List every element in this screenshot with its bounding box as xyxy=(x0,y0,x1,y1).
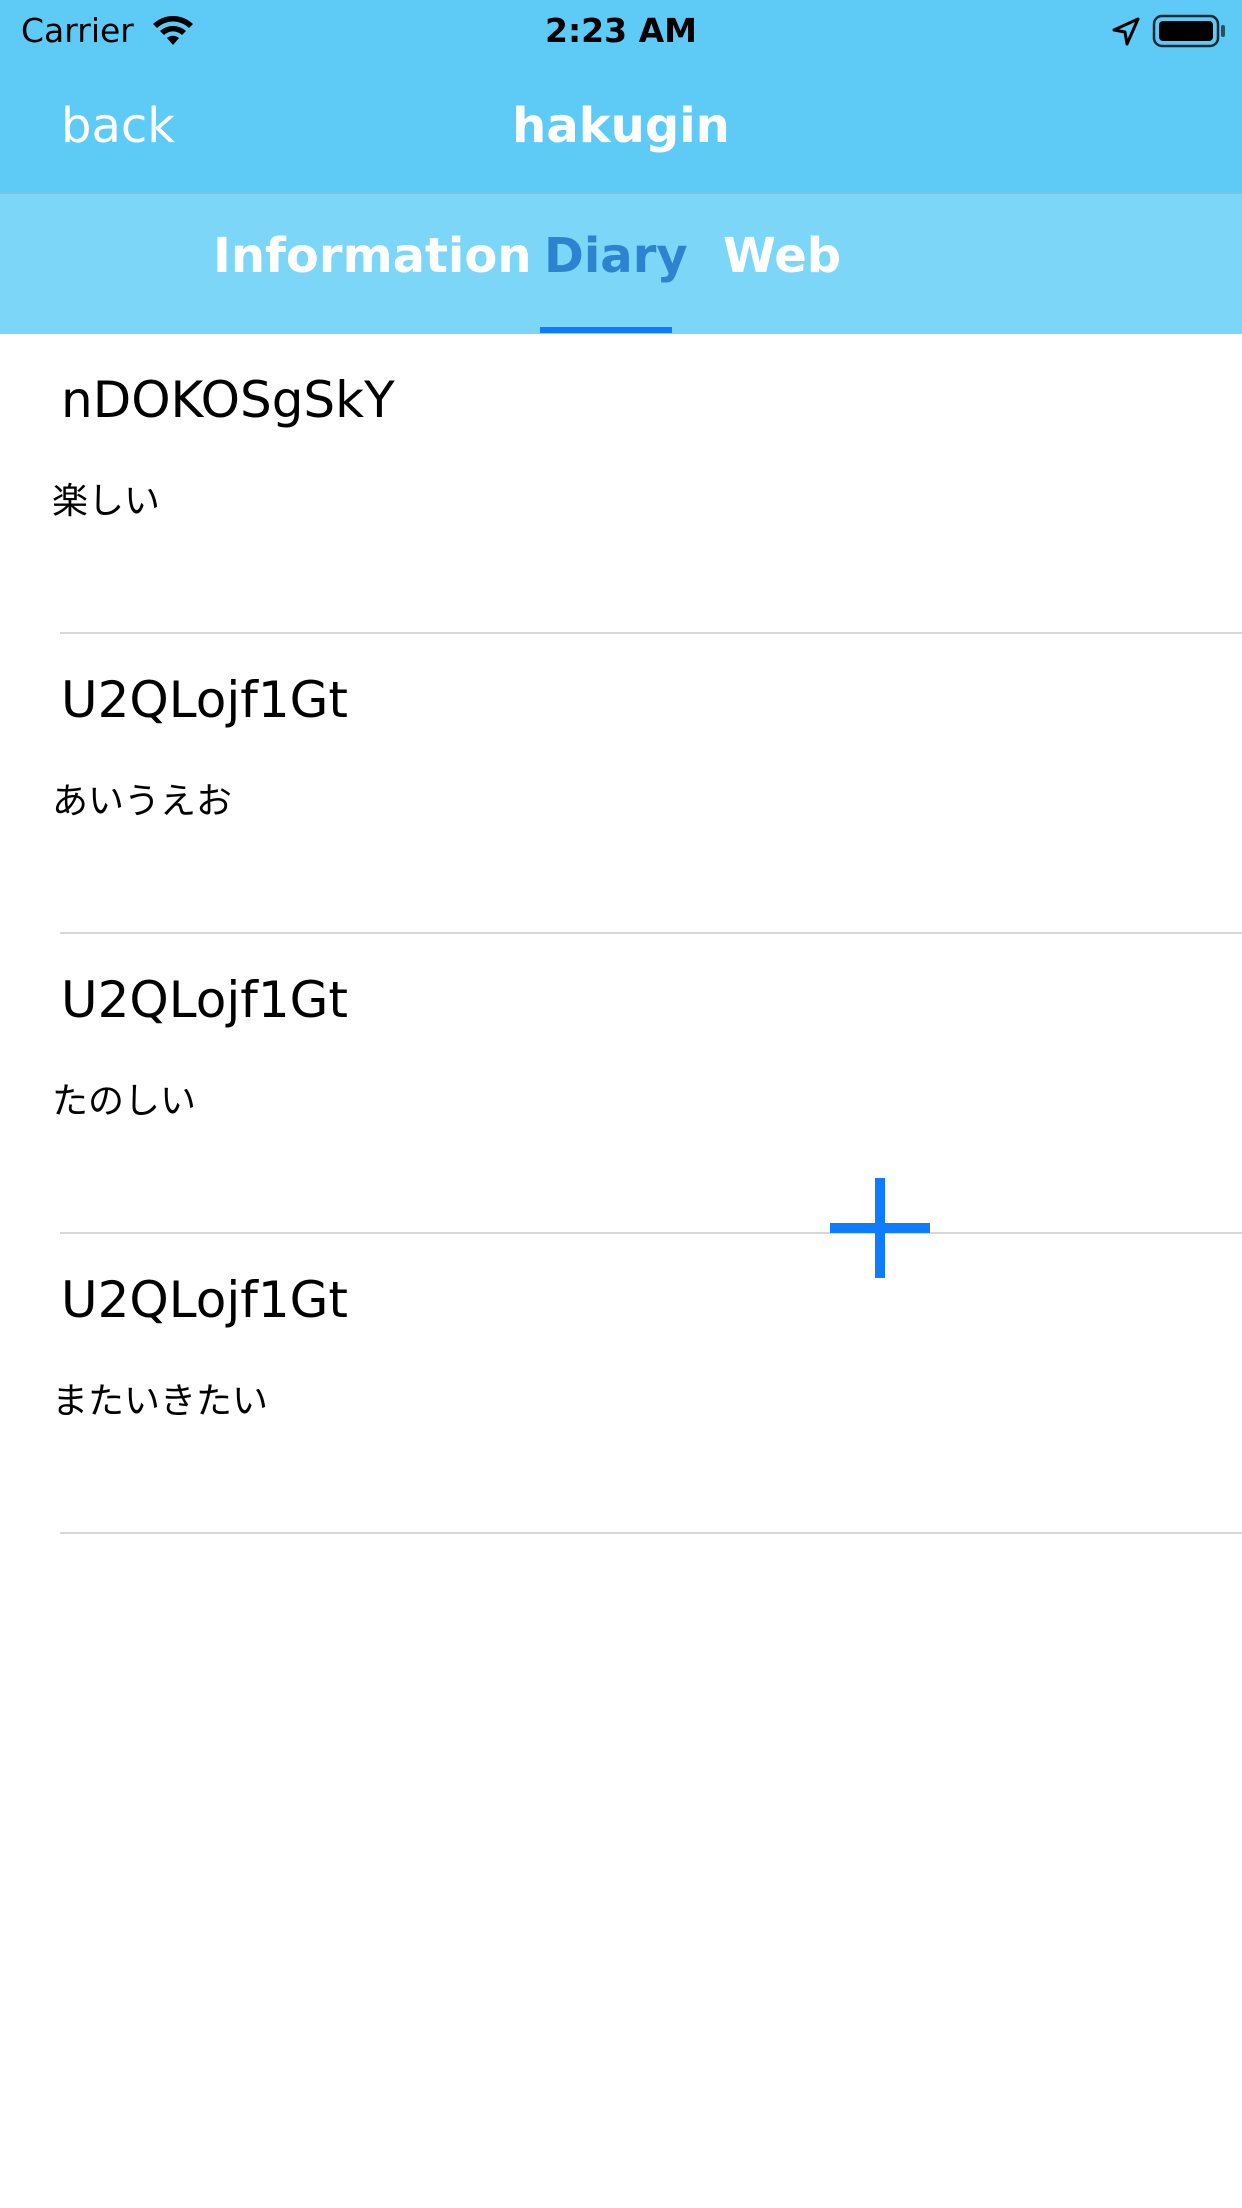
diary-text: 楽しい xyxy=(52,481,161,522)
status-time: 2:23 AM xyxy=(545,11,697,50)
diary-author: U2QLojf1Gt xyxy=(61,1271,348,1329)
plus-icon xyxy=(830,1178,930,1278)
add-diary-button[interactable] xyxy=(828,1176,932,1280)
diary-list-item[interactable]: U2QLojf1Gt またいきたい xyxy=(0,1234,1242,1534)
active-tab-indicator xyxy=(540,327,672,333)
diary-list-item[interactable]: nDOKOSgSkY 楽しい xyxy=(0,334,1242,634)
diary-text: たのしい xyxy=(52,1081,197,1122)
diary-list-item[interactable]: U2QLojf1Gt あいうえお xyxy=(0,634,1242,934)
tab-information[interactable]: Information xyxy=(213,228,532,284)
diary-text: あいうえお xyxy=(52,781,233,822)
row-separator xyxy=(60,1532,1242,1534)
diary-list: nDOKOSgSkY 楽しい U2QLojf1Gt あいうえお U2QLojf1… xyxy=(0,334,1242,1534)
location-arrow-icon xyxy=(1112,17,1140,46)
diary-text: またいきたい xyxy=(52,1381,269,1422)
diary-list-item[interactable]: U2QLojf1Gt たのしい xyxy=(0,934,1242,1234)
diary-author: U2QLojf1Gt xyxy=(61,971,348,1029)
diary-author: U2QLojf1Gt xyxy=(61,671,348,729)
page-title: hakugin xyxy=(512,98,730,154)
tab-bar: Information Diary Web xyxy=(0,192,1242,334)
navigation-bar: back hakugin xyxy=(0,62,1242,192)
tab-web[interactable]: Web xyxy=(723,228,841,284)
battery-icon xyxy=(1152,14,1225,48)
status-bar: Carrier 2:23 AM xyxy=(0,0,1242,62)
top-bar: Carrier 2:23 AM back hakugin xyxy=(0,0,1242,192)
tab-diary[interactable]: Diary xyxy=(544,228,688,284)
divider xyxy=(0,192,1242,194)
diary-author: nDOKOSgSkY xyxy=(61,371,395,429)
